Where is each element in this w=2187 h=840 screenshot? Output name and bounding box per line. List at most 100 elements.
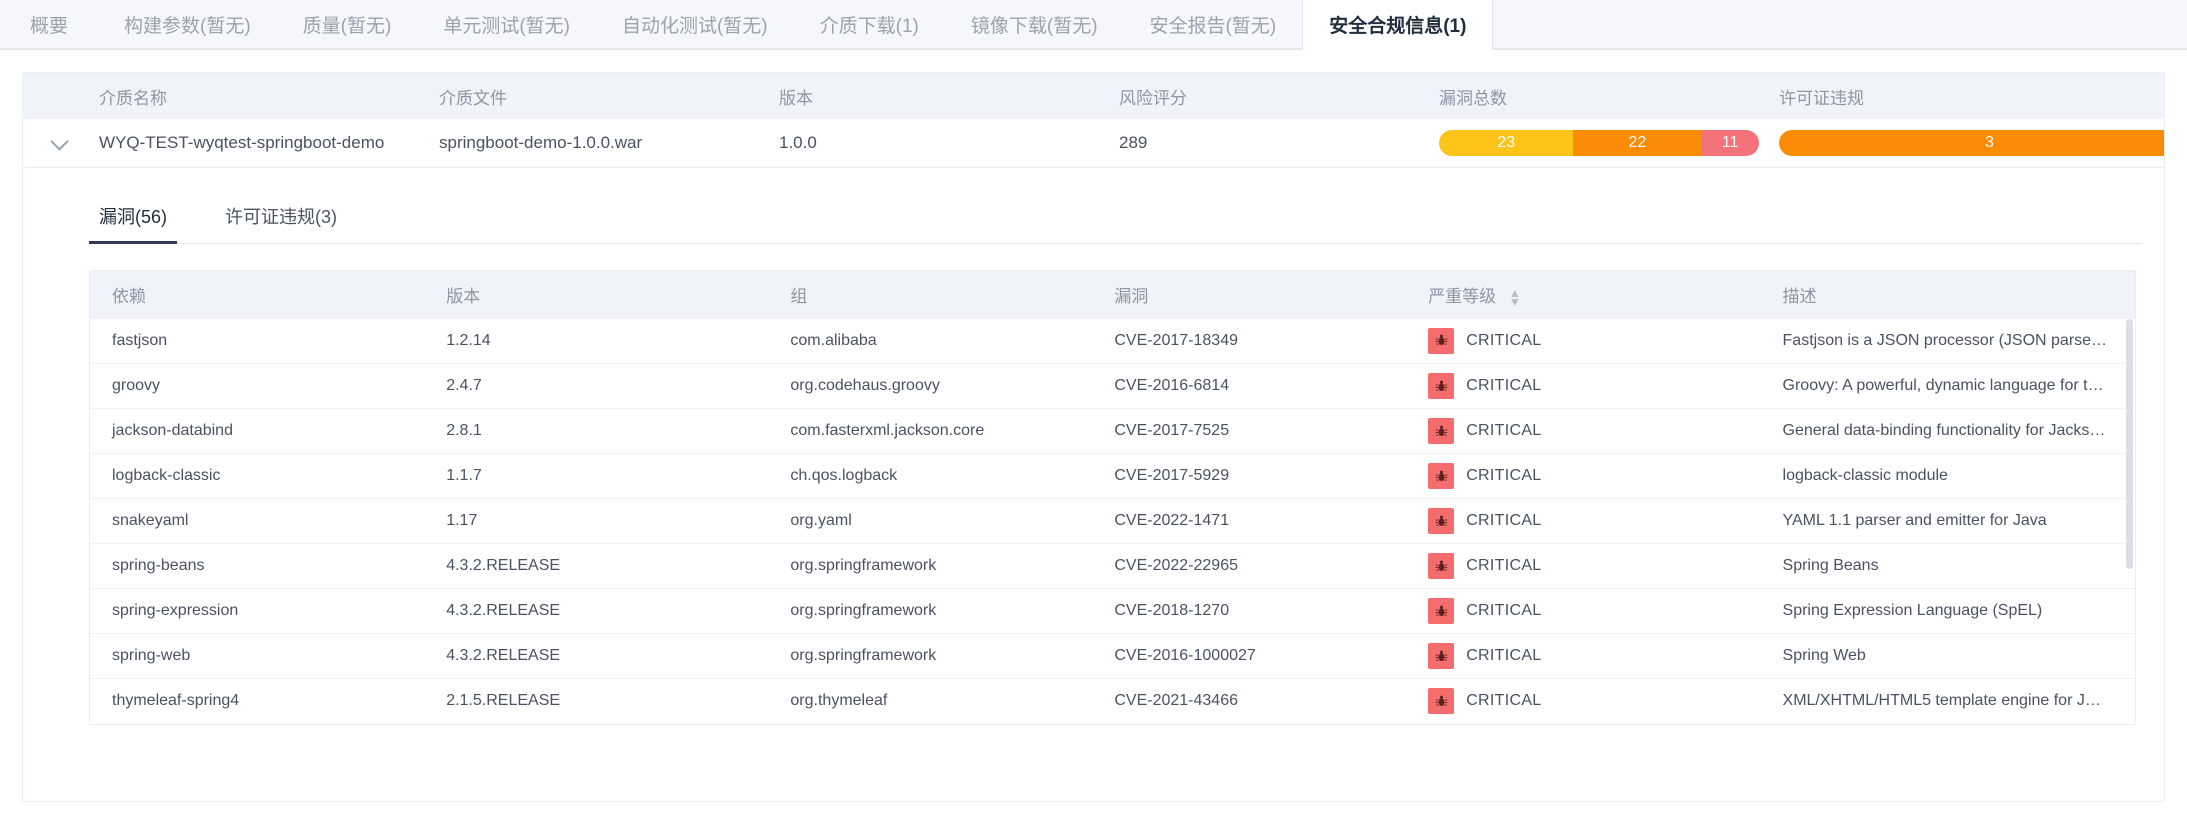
table-row[interactable]: fastjson1.2.14com.alibabaCVE-2017-18349C… — [90, 319, 2135, 364]
severity-label: CRITICAL — [1466, 557, 1541, 575]
bug-icon — [1428, 463, 1454, 489]
col-header-description: 描述 — [1771, 271, 2135, 319]
severity-badge: CRITICAL — [1428, 508, 1758, 534]
cell-description: Groovy: A powerful, dynamic language for… — [1771, 364, 2135, 409]
main-tab-2[interactable]: 质量(暂无) — [277, 0, 418, 49]
severity-label: CRITICAL — [1466, 467, 1541, 485]
sort-toggle-icon[interactable]: ▲▼ — [1509, 289, 1521, 307]
main-tab-1[interactable]: 构建参数(暂无) — [98, 0, 277, 49]
cell-vulnerability: CVE-2022-1471 — [1102, 499, 1416, 544]
artifact-table-body: WYQ-TEST-wyqtest-springboot-demo springb… — [23, 119, 2165, 167]
cell-version: 1.0.0 — [769, 119, 1109, 167]
expanded-detail-region: 漏洞(56) 许可证违规(3) 依赖 版本 组 漏洞 严重等级 ▲▼ 描述 — [23, 190, 2164, 725]
cell-vulnerability: CVE-2016-6814 — [1102, 364, 1416, 409]
severity-label: CRITICAL — [1466, 692, 1541, 710]
vulnerability-table-scrollbar[interactable] — [2126, 319, 2133, 720]
main-tab-6[interactable]: 镜像下载(暂无) — [945, 0, 1124, 49]
main-tab-7[interactable]: 安全报告(暂无) — [1124, 0, 1303, 49]
expand-cell[interactable] — [23, 119, 89, 167]
bug-icon — [1428, 373, 1454, 399]
cell-description: XML/XHTML/HTML5 template engine for J… — [1771, 679, 2135, 724]
col-header-dep-version: 版本 — [434, 271, 778, 319]
chevron-down-icon[interactable] — [50, 132, 68, 150]
bug-icon — [1428, 643, 1454, 669]
table-row[interactable]: thymeleaf-spring42.1.5.RELEASEorg.thymel… — [90, 679, 2135, 724]
security-compliance-panel: 介质名称 介质文件 版本 风险评分 漏洞总数 许可证违规 WYQ-TEST-wy… — [22, 72, 2165, 802]
detail-sub-tab-bar: 漏洞(56) 许可证违规(3) — [89, 190, 2142, 244]
main-tab-8[interactable]: 安全合规信息(1) — [1302, 0, 1493, 49]
cell-dependency: logback-classic — [90, 454, 434, 499]
cell-severity: CRITICAL — [1416, 454, 1770, 499]
table-row[interactable]: WYQ-TEST-wyqtest-springboot-demo springb… — [23, 119, 2165, 167]
severity-label: CRITICAL — [1466, 602, 1541, 620]
cell-dependency: fastjson — [90, 319, 434, 364]
cell-severity: CRITICAL — [1416, 364, 1770, 409]
cell-dependency: groovy — [90, 364, 434, 409]
severity-label: CRITICAL — [1466, 377, 1541, 395]
cell-severity: CRITICAL — [1416, 589, 1770, 634]
cell-dep-version: 4.3.2.RELEASE — [434, 589, 778, 634]
table-row[interactable]: snakeyaml1.17org.yamlCVE-2022-1471CRITIC… — [90, 499, 2135, 544]
bug-icon — [1428, 418, 1454, 444]
cell-dep-version: 2.4.7 — [434, 364, 778, 409]
detail-sub-tab-1[interactable]: 许可证违规(3) — [215, 203, 347, 243]
col-header-version: 版本 — [769, 73, 1109, 119]
main-tab-3[interactable]: 单元测试(暂无) — [417, 0, 596, 49]
detail-sub-tab-0[interactable]: 漏洞(56) — [89, 203, 177, 243]
cell-group: org.springframework — [778, 544, 1102, 589]
vulnerability-header-row: 依赖 版本 组 漏洞 严重等级 ▲▼ 描述 — [90, 271, 2135, 319]
main-tab-label: 单元测试(暂无) — [443, 11, 570, 38]
artifact-table: 介质名称 介质文件 版本 风险评分 漏洞总数 许可证违规 WYQ-TEST-wy… — [23, 73, 2165, 168]
cell-group: org.springframework — [778, 589, 1102, 634]
table-row[interactable]: spring-expression4.3.2.RELEASEorg.spring… — [90, 589, 2135, 634]
col-header-license-violation: 许可证违规 — [1769, 73, 2165, 119]
main-tab-5[interactable]: 介质下载(1) — [794, 0, 945, 49]
main-tab-label: 质量(暂无) — [303, 11, 392, 38]
cell-risk-score: 289 — [1109, 119, 1429, 167]
cell-vulnerability: CVE-2017-7525 — [1102, 409, 1416, 454]
col-header-artifact-name: 介质名称 — [89, 73, 429, 119]
artifact-table-header: 介质名称 介质文件 版本 风险评分 漏洞总数 许可证违规 — [23, 73, 2165, 119]
detail-sub-tab-label: 许可证违规(3) — [225, 207, 337, 227]
cell-dependency: snakeyaml — [90, 499, 434, 544]
cell-description: YAML 1.1 parser and emitter for Java — [1771, 499, 2135, 544]
table-row[interactable]: spring-beans4.3.2.RELEASEorg.springframe… — [90, 544, 2135, 589]
cell-vulnerability: CVE-2018-1270 — [1102, 589, 1416, 634]
cell-vulnerability: CVE-2016-1000027 — [1102, 634, 1416, 679]
severity-badge: CRITICAL — [1428, 553, 1758, 579]
main-tab-0[interactable]: 概要 — [0, 0, 98, 49]
cell-description: General data-binding functionality for J… — [1771, 409, 2135, 454]
col-header-vuln-total: 漏洞总数 — [1429, 73, 1769, 119]
cell-dependency: thymeleaf-spring4 — [90, 679, 434, 724]
severity-badge: CRITICAL — [1428, 463, 1758, 489]
vuln-severity-segment-0: 23 — [1439, 130, 1573, 156]
cell-dep-version: 4.3.2.RELEASE — [434, 544, 778, 589]
col-header-severity[interactable]: 严重等级 ▲▼ — [1416, 271, 1770, 319]
cell-dependency: spring-web — [90, 634, 434, 679]
table-row[interactable]: logback-classic1.1.7ch.qos.logbackCVE-20… — [90, 454, 2135, 499]
bug-icon — [1428, 598, 1454, 624]
main-tab-4[interactable]: 自动化测试(暂无) — [596, 0, 794, 49]
table-row[interactable]: jackson-databind2.8.1com.fasterxml.jacks… — [90, 409, 2135, 454]
col-header-vulnerability: 漏洞 — [1102, 271, 1416, 319]
cell-vulnerability: CVE-2022-22965 — [1102, 544, 1416, 589]
cell-group: org.thymeleaf — [778, 679, 1102, 724]
main-tab-label: 镜像下载(暂无) — [971, 11, 1098, 38]
cell-group: org.springframework — [778, 634, 1102, 679]
scrollbar-thumb[interactable] — [2126, 319, 2133, 569]
cell-description: Spring Web — [1771, 634, 2135, 679]
vulnerability-table-header: 依赖 版本 组 漏洞 严重等级 ▲▼ 描述 — [90, 271, 2135, 319]
main-tab-label: 构建参数(暂无) — [124, 11, 251, 38]
cell-group: com.fasterxml.jackson.core — [778, 409, 1102, 454]
table-row[interactable]: spring-web4.3.2.RELEASEorg.springframewo… — [90, 634, 2135, 679]
main-tab-label: 概要 — [30, 11, 68, 38]
severity-badge: CRITICAL — [1428, 598, 1758, 624]
table-row[interactable]: groovy2.4.7org.codehaus.groovyCVE-2016-6… — [90, 364, 2135, 409]
severity-badge: CRITICAL — [1428, 418, 1758, 444]
severity-badge: CRITICAL — [1428, 328, 1758, 354]
cell-severity: CRITICAL — [1416, 499, 1770, 544]
severity-badge: CRITICAL — [1428, 373, 1758, 399]
cell-license-violation: 3 — [1769, 119, 2165, 167]
col-header-expand — [23, 73, 89, 119]
cell-vuln-total: 232211 — [1429, 119, 1769, 167]
